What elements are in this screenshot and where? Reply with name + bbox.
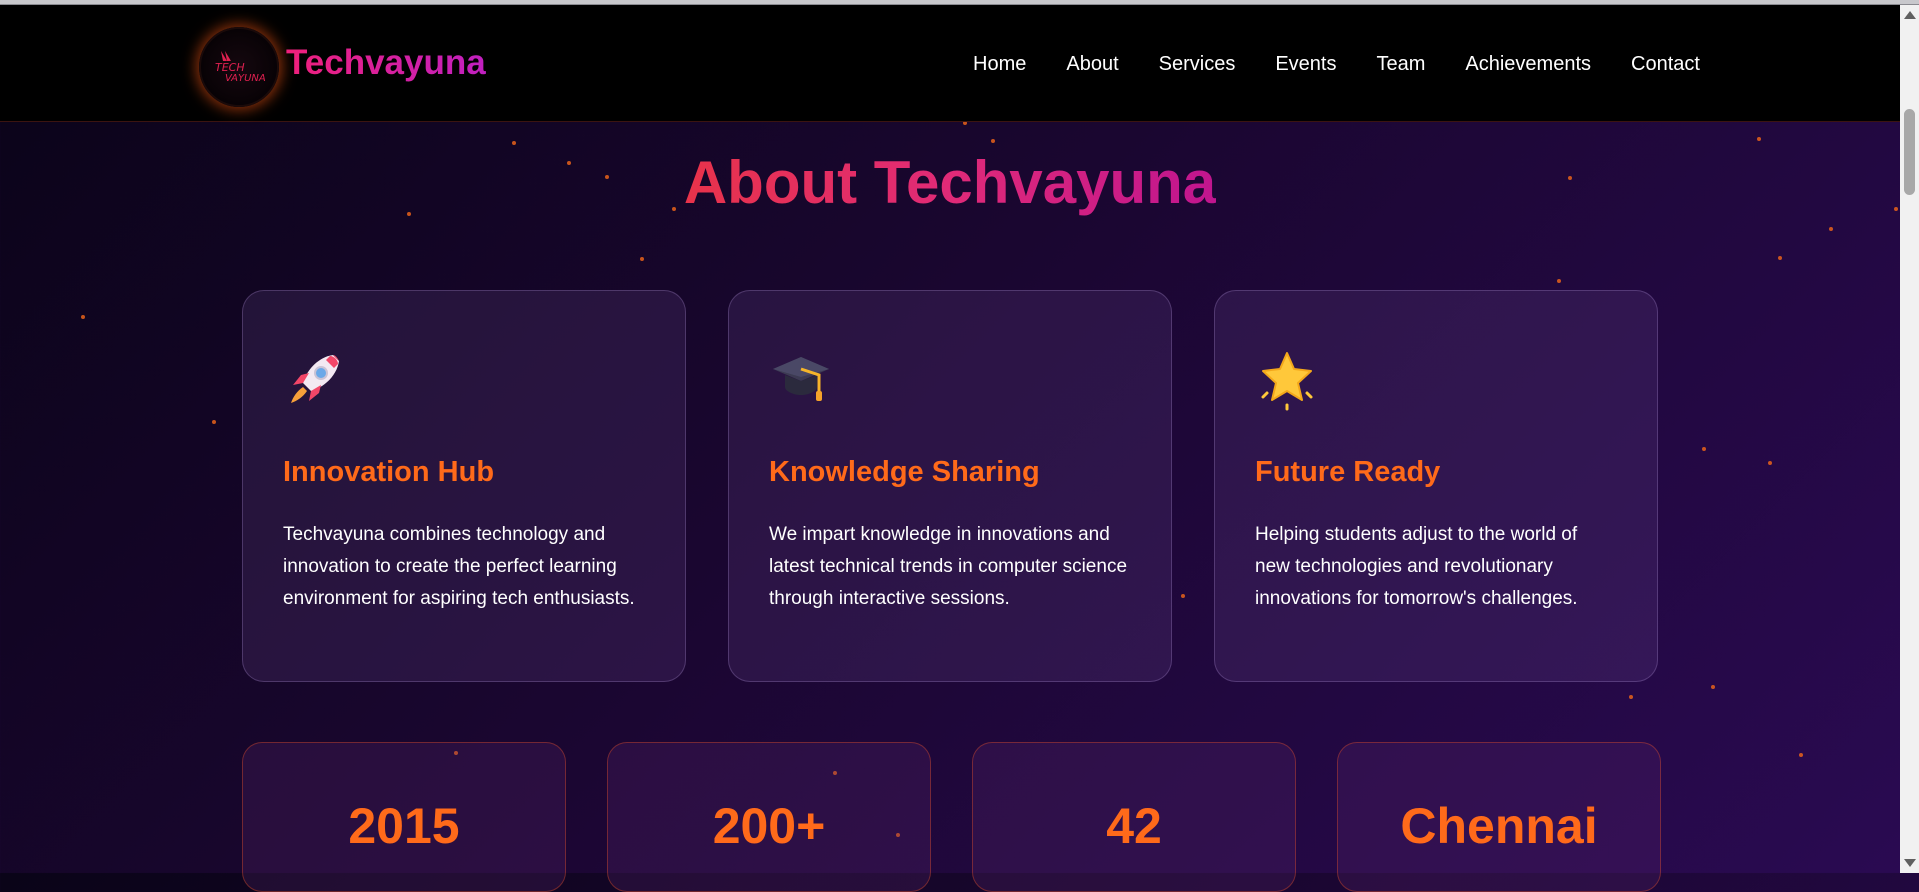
- nav-home[interactable]: Home: [973, 53, 1026, 76]
- card-title: Knowledge Sharing: [769, 456, 1040, 488]
- brand-name[interactable]: Techvayuna: [286, 43, 486, 83]
- stat-value: 42: [1106, 798, 1162, 854]
- card-text: Techvayuna combines technology and innov…: [283, 524, 635, 609]
- graduation-cap-icon: [773, 357, 829, 401]
- card-future-ready: Future Ready Helping students adjust to …: [1214, 290, 1658, 682]
- nav-achievements[interactable]: Achievements: [1465, 53, 1591, 76]
- scrollbar-thumb[interactable]: [1904, 109, 1915, 195]
- card-title: Innovation Hub: [283, 456, 495, 488]
- card-text: Helping students adjust to the world of …: [1255, 524, 1578, 609]
- stat-value: 2015: [348, 798, 460, 854]
- card-title: Future Ready: [1255, 456, 1441, 488]
- rocket-icon: [291, 355, 339, 403]
- nav-about[interactable]: About: [1066, 53, 1118, 76]
- stat-value: 200+: [712, 798, 826, 854]
- about-title-text: About Techvayuna: [683, 149, 1217, 216]
- nav-events[interactable]: Events: [1275, 53, 1336, 76]
- card-innovation-hub: Innovation Hub Techvayuna combines techn…: [242, 290, 686, 682]
- logo-mark-icon: TECH VAYUNA: [215, 51, 266, 84]
- stat-location: Chennai: [1337, 742, 1661, 892]
- scroll-up-arrow-icon[interactable]: [1904, 11, 1916, 19]
- nav-team[interactable]: Team: [1376, 53, 1425, 76]
- main-nav: Home About Services Events Team Achievem…: [973, 53, 1700, 76]
- about-title: About Techvayuna: [0, 148, 1900, 217]
- stat-count: 42: [972, 742, 1296, 892]
- brand-logo[interactable]: TECH VAYUNA: [199, 27, 279, 107]
- scroll-down-arrow-icon[interactable]: [1904, 859, 1916, 867]
- stat-founded: 2015: [242, 742, 566, 892]
- nav-services[interactable]: Services: [1159, 53, 1236, 76]
- star-icon: [1261, 352, 1313, 411]
- stat-value: Chennai: [1400, 798, 1598, 854]
- navbar: TECH VAYUNA Techvayuna Home About Servic…: [0, 5, 1900, 122]
- card-knowledge-sharing: Knowledge Sharing We impart knowledge in…: [728, 290, 1172, 682]
- stat-members: 200+: [607, 742, 931, 892]
- page-scrollbar[interactable]: [1900, 5, 1919, 873]
- nav-contact[interactable]: Contact: [1631, 53, 1700, 76]
- svg-text:VAYUNA: VAYUNA: [225, 73, 266, 84]
- card-text: We impart knowledge in innovations and l…: [769, 524, 1128, 609]
